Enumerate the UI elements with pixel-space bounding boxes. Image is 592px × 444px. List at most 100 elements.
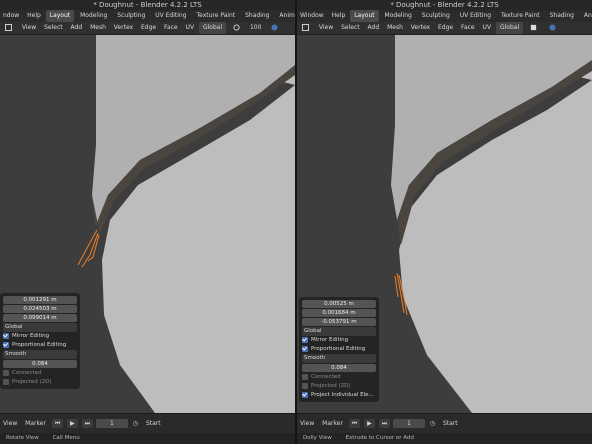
tab-shading[interactable]: Shading	[241, 10, 273, 22]
play-icon[interactable]: ▶	[67, 419, 78, 428]
status-middle: Extrude to Cursor or Add	[345, 435, 414, 441]
menu-select[interactable]: Select	[338, 22, 363, 34]
move-z-field[interactable]: -0.053791 m	[302, 318, 376, 326]
move-y-field[interactable]: 0.001684 m	[302, 309, 376, 317]
connected-label: Connected	[311, 374, 341, 380]
start-label: Start	[442, 420, 458, 427]
connected-row[interactable]: Connected	[302, 373, 376, 382]
menu-mesh[interactable]: Mesh	[87, 22, 109, 34]
mirror-editing-row[interactable]: Mirror Editing	[302, 336, 376, 345]
start-label: Start	[145, 420, 161, 427]
tab-uv-editing[interactable]: UV Editing	[151, 10, 190, 22]
menu-uv[interactable]: UV	[480, 22, 495, 34]
current-frame-field[interactable]: 1	[96, 419, 128, 428]
tab-layout[interactable]: Layout	[350, 10, 379, 22]
menu-view[interactable]: View	[19, 22, 39, 34]
move-x-field[interactable]: 0.00525 m	[302, 300, 376, 308]
menu-edge[interactable]: Edge	[435, 22, 456, 34]
3d-viewport[interactable]: 0.00525 m 0.001684 m -0.053791 m Global …	[297, 35, 592, 413]
proportional-editing-checkbox[interactable]	[302, 345, 308, 352]
jump-start-icon[interactable]: ⏮	[348, 419, 361, 428]
menu-vertex[interactable]: Vertex	[408, 22, 433, 34]
projected-label: Projected (2D)	[311, 383, 351, 389]
menu-uv[interactable]: UV	[183, 22, 198, 34]
projected-row[interactable]: Projected (2D)	[302, 382, 376, 391]
proportional-editing-icon[interactable]	[544, 22, 561, 34]
menu-help[interactable]: Help	[24, 10, 44, 22]
project-individual-checkbox[interactable]	[302, 391, 308, 398]
3d-viewport[interactable]: 0.001291 m 0.024503 m 0.099014 m Global …	[0, 35, 295, 413]
projected-checkbox[interactable]	[302, 382, 308, 389]
orientation-dropdown[interactable]: Global	[3, 323, 77, 332]
tab-modeling[interactable]: Modeling	[381, 10, 416, 22]
move-z-field[interactable]: 0.099014 m	[3, 314, 77, 322]
mirror-editing-row[interactable]: Mirror Editing	[3, 332, 77, 341]
move-y-field[interactable]: 0.024503 m	[3, 305, 77, 313]
jump-start-icon[interactable]: ⏮	[51, 419, 64, 428]
falloff-dropdown[interactable]: Smooth	[3, 350, 77, 359]
menu-vertex[interactable]: Vertex	[111, 22, 136, 34]
editor-type-icon[interactable]	[297, 22, 314, 34]
status-bar: Rotate View Call Menu	[0, 433, 295, 444]
menu-add[interactable]: Add	[365, 22, 383, 34]
tab-layout[interactable]: Layout	[45, 10, 75, 22]
transform-orientation-dropdown[interactable]: Global	[495, 22, 524, 34]
menu-select[interactable]: Select	[41, 22, 66, 34]
orientation-dropdown[interactable]: Global	[302, 327, 376, 336]
menu-mesh[interactable]: Mesh	[384, 22, 406, 34]
proportional-editing-checkbox[interactable]	[3, 341, 9, 348]
timeline-marker-menu[interactable]: Marker	[319, 414, 346, 433]
stopwatch-icon[interactable]: ◷	[130, 414, 141, 433]
jump-end-icon[interactable]: ⏭	[81, 419, 94, 428]
menu-add[interactable]: Add	[68, 22, 86, 34]
status-bar: Dolly View Extrude to Cursor or Add	[297, 433, 592, 444]
connected-checkbox[interactable]	[3, 369, 9, 376]
snap-icon[interactable]	[525, 22, 542, 34]
connected-checkbox[interactable]	[302, 373, 308, 380]
tab-sculpting[interactable]: Sculpting	[113, 10, 149, 22]
prop-size-value[interactable]: 100	[247, 22, 264, 34]
timeline-marker-menu[interactable]: Marker	[22, 414, 49, 433]
pivot-icon[interactable]	[228, 22, 245, 34]
tab-modeling[interactable]: Modeling	[76, 10, 111, 22]
tab-uv-editing[interactable]: UV Editing	[456, 10, 495, 22]
top-menu-bar: ndow Help Layout Modeling Sculpting UV E…	[0, 10, 295, 22]
tab-sculpting[interactable]: Sculpting	[418, 10, 454, 22]
mirror-editing-checkbox[interactable]	[3, 332, 9, 339]
proportional-editing-row[interactable]: Proportional Editing	[302, 345, 376, 354]
menu-window[interactable]: ndow	[0, 10, 22, 22]
menu-face[interactable]: Face	[458, 22, 478, 34]
operator-panel: 0.001291 m 0.024503 m 0.099014 m Global …	[0, 293, 80, 389]
tab-texture-paint[interactable]: Texture Paint	[497, 10, 544, 22]
transform-orientation-dropdown[interactable]: Global	[198, 22, 227, 34]
menu-view[interactable]: View	[316, 22, 336, 34]
stopwatch-icon[interactable]: ◷	[427, 414, 438, 433]
proportional-editing-row[interactable]: Proportional Editing	[3, 341, 77, 350]
menu-help[interactable]: Help	[329, 10, 349, 22]
tab-animation[interactable]: Animation	[580, 10, 592, 22]
projected-checkbox[interactable]	[3, 378, 9, 385]
tab-shading[interactable]: Shading	[546, 10, 578, 22]
proportional-size-field[interactable]: 0.084	[302, 364, 376, 372]
menu-window[interactable]: Window	[297, 10, 327, 22]
mirror-editing-label: Mirror Editing	[12, 333, 50, 339]
timeline-view-menu[interactable]: View	[297, 414, 317, 433]
timeline-view-menu[interactable]: View	[0, 414, 20, 433]
menu-face[interactable]: Face	[161, 22, 181, 34]
tab-animation[interactable]: Animation	[275, 10, 295, 22]
play-icon[interactable]: ▶	[364, 419, 375, 428]
mirror-editing-checkbox[interactable]	[302, 336, 308, 343]
connected-row[interactable]: Connected	[3, 369, 77, 378]
proportional-editing-icon[interactable]	[266, 22, 283, 34]
viewport-header: View Select Add Mesh Vertex Edge Face UV…	[297, 22, 592, 35]
current-frame-field[interactable]: 1	[393, 419, 425, 428]
move-x-field[interactable]: 0.001291 m	[3, 296, 77, 304]
falloff-dropdown[interactable]: Smooth	[302, 354, 376, 363]
projected-row[interactable]: Projected (2D)	[3, 378, 77, 387]
jump-end-icon[interactable]: ⏭	[378, 419, 391, 428]
project-individual-row[interactable]: Project Individual Ele...	[302, 391, 376, 400]
editor-type-icon[interactable]	[0, 22, 17, 34]
tab-texture-paint[interactable]: Texture Paint	[192, 10, 239, 22]
proportional-size-field[interactable]: 0.084	[3, 360, 77, 368]
menu-edge[interactable]: Edge	[138, 22, 159, 34]
